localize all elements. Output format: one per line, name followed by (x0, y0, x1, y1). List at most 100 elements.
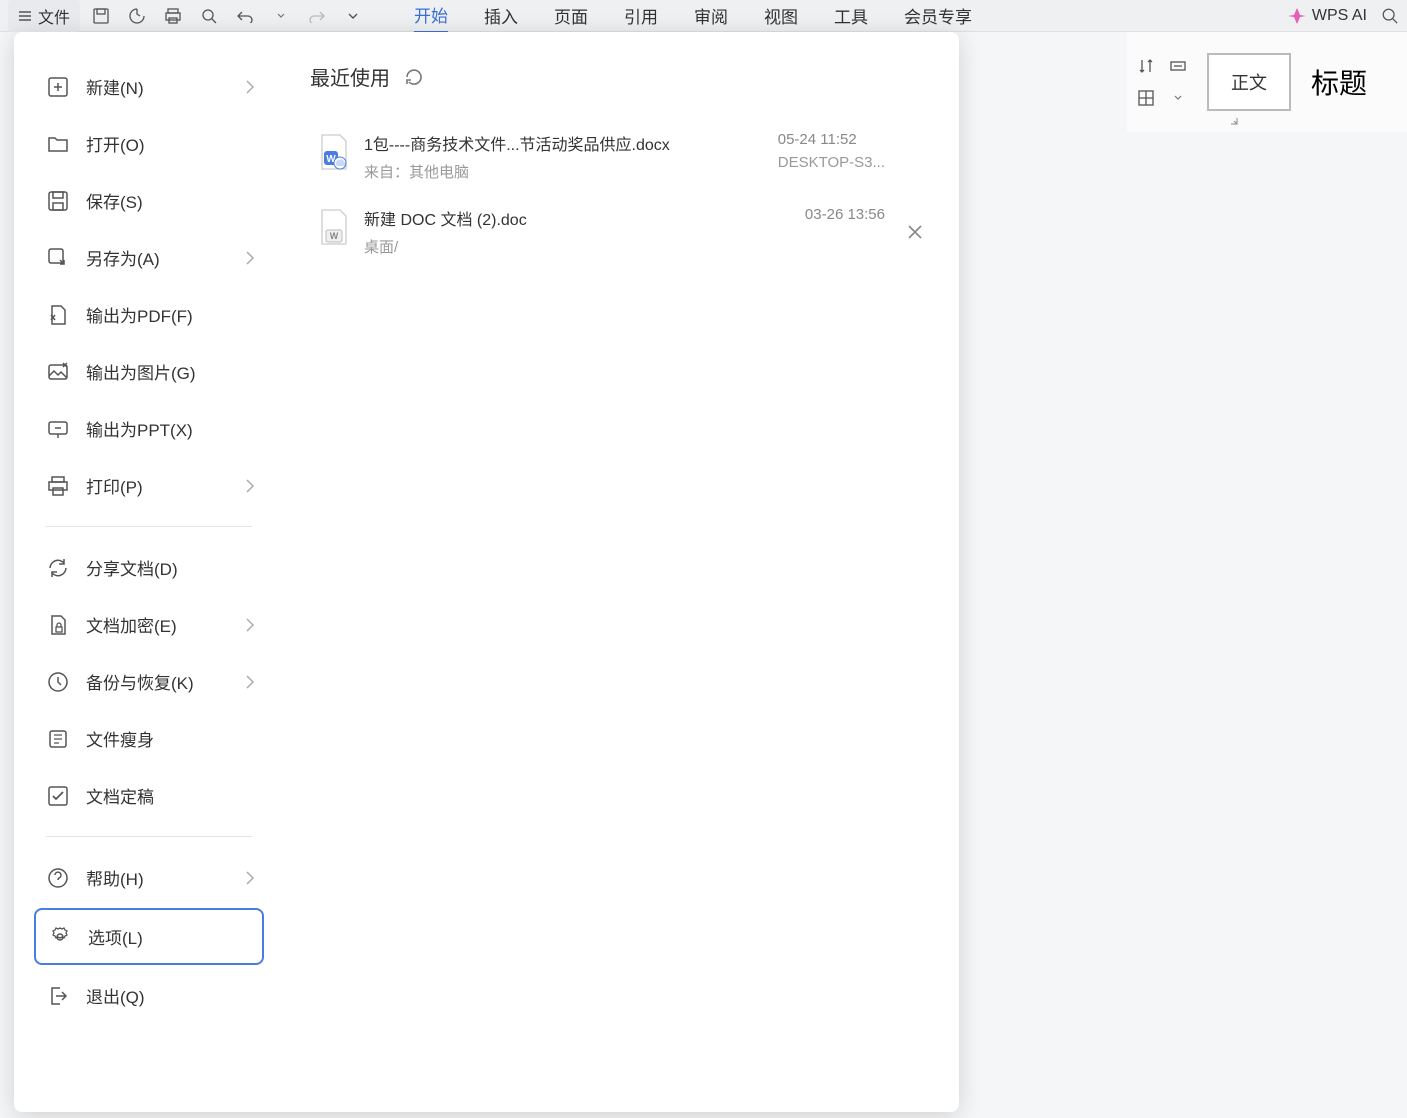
expand-corner-icon[interactable] (1229, 116, 1239, 126)
quick-access-toolbar (92, 7, 362, 25)
recent-file-location: DESKTOP-S3... (778, 154, 885, 171)
undo-dropdown-icon[interactable] (272, 7, 290, 25)
redo-icon[interactable] (308, 7, 326, 25)
tab-page[interactable]: 页面 (554, 0, 588, 32)
backup-icon (46, 670, 70, 694)
print-icon[interactable] (164, 7, 182, 25)
divider (46, 526, 252, 527)
sidebar-item-ppt[interactable]: 输出为PPT(X) (34, 402, 264, 455)
recent-file-time: 05-24 11:52 (778, 131, 857, 148)
sidebar-item-share[interactable]: 分享文档(D) (34, 541, 264, 594)
new-icon (46, 75, 70, 99)
sidebar-item-label: 分享文档(D) (86, 555, 178, 580)
sidebar-item-label: 文档加密(E) (86, 612, 177, 637)
top-toolbar: 文件 开始 插入 页面 引用 审阅 视图 工具 会员专享 WPS AI (0, 0, 1407, 32)
tab-view[interactable]: 视图 (764, 0, 798, 32)
exit-icon (46, 984, 70, 1008)
sidebar-item-save[interactable]: 保存(S) (34, 174, 264, 227)
sidebar-item-label: 打印(P) (86, 473, 143, 498)
wps-ai-icon (1288, 7, 1306, 25)
style-body-label: 正文 (1231, 73, 1267, 93)
sidebar-item-label: 输出为PPT(X) (86, 416, 193, 441)
sidebar-item-label: 退出(Q) (86, 983, 145, 1008)
sidebar-item-backup[interactable]: 备份与恢复(K) (34, 655, 264, 708)
sidebar-item-label: 保存(S) (86, 188, 143, 213)
ribbon-styles-section: 正文 标题 (1127, 32, 1407, 132)
sidebar-item-pdf[interactable]: 输出为PDF(F) (34, 288, 264, 341)
tab-review[interactable]: 审阅 (694, 0, 728, 32)
fit-icon[interactable] (1169, 57, 1187, 75)
sidebar-item-label: 输出为图片(G) (86, 359, 196, 384)
file-menu-label: 文件 (38, 4, 70, 28)
sort-icon[interactable] (1137, 57, 1155, 75)
slim-icon (46, 727, 70, 751)
sidebar-item-help[interactable]: 帮助(H) (34, 851, 264, 904)
sidebar-item-label: 选项(L) (88, 924, 143, 949)
sidebar-item-exit[interactable]: 退出(Q) (34, 969, 264, 1022)
check-icon (46, 784, 70, 808)
image-icon (46, 360, 70, 384)
help-icon (46, 866, 70, 890)
file-menu-panel: 新建(N) 打开(O) 保存(S) 另存为(A) 输出为PDF(F) 输出为图片… (14, 32, 959, 1112)
grid-icon[interactable] (1137, 89, 1155, 107)
chevron-right-icon (246, 618, 254, 632)
chevron-right-icon (246, 479, 254, 493)
file-menu-button[interactable]: 文件 (8, 0, 80, 32)
ribbon-tabs: 开始 插入 页面 引用 审阅 视图 工具 会员专享 (414, 0, 972, 34)
wps-ai-button[interactable]: WPS AI (1288, 7, 1367, 25)
sidebar-item-open[interactable]: 打开(O) (34, 117, 264, 170)
doc-icon: W (318, 208, 350, 246)
sidebar-item-slim[interactable]: 文件瘦身 (34, 712, 264, 765)
lock-icon (46, 613, 70, 637)
undo-icon[interactable] (236, 7, 254, 25)
sidebar-item-encrypt[interactable]: 文档加密(E) (34, 598, 264, 651)
sidebar-item-options[interactable]: 选项(L) (34, 908, 264, 965)
recent-file-meta: 来自：其他电脑 (364, 161, 764, 182)
tab-insert[interactable]: 插入 (484, 0, 518, 32)
recent-file-item[interactable]: W 1包----商务技术文件...节活动奖品供应.docx 来自：其他电脑 05… (310, 119, 933, 194)
sidebar-item-finalize[interactable]: 文档定稿 (34, 769, 264, 822)
style-title-label[interactable]: 标题 (1311, 62, 1367, 102)
style-body-box[interactable]: 正文 (1207, 53, 1291, 111)
sidebar-item-label: 新建(N) (86, 74, 144, 99)
tab-member[interactable]: 会员专享 (904, 0, 972, 32)
preview-icon[interactable] (200, 7, 218, 25)
recent-file-item[interactable]: W 新建 DOC 文档 (2).doc 桌面/ 03-26 13:56 (310, 194, 933, 269)
refresh-icon[interactable] (404, 67, 424, 87)
sidebar-item-label: 帮助(H) (86, 865, 144, 890)
divider (46, 836, 252, 837)
recent-file-time: 03-26 13:56 (805, 206, 885, 223)
tab-tools[interactable]: 工具 (834, 0, 868, 32)
sidebar-item-print[interactable]: 打印(P) (34, 459, 264, 512)
chevron-right-icon (246, 251, 254, 265)
recent-title: 最近使用 (310, 62, 390, 91)
docx-cloud-icon: W (318, 133, 350, 171)
recent-file-meta: 桌面/ (364, 236, 791, 257)
tab-reference[interactable]: 引用 (624, 0, 658, 32)
recent-file-name: 1包----商务技术文件...节活动奖品供应.docx (364, 131, 764, 155)
autosave-icon[interactable] (128, 7, 146, 25)
hamburger-icon (18, 9, 32, 23)
tab-start[interactable]: 开始 (414, 0, 448, 34)
share-icon (46, 556, 70, 580)
grid-dropdown-icon[interactable] (1169, 89, 1187, 107)
sidebar-item-label: 输出为PDF(F) (86, 302, 193, 327)
toolbar-right: WPS AI (1288, 7, 1399, 25)
chevron-right-icon (246, 80, 254, 94)
pdf-icon (46, 303, 70, 327)
sidebar-item-saveas[interactable]: 另存为(A) (34, 231, 264, 284)
save-icon (46, 189, 70, 213)
more-dropdown-icon[interactable] (344, 7, 362, 25)
save-icon[interactable] (92, 7, 110, 25)
ppt-icon (46, 417, 70, 441)
chevron-right-icon (246, 871, 254, 885)
sidebar-item-image[interactable]: 输出为图片(G) (34, 345, 264, 398)
sidebar-item-new[interactable]: 新建(N) (34, 60, 264, 113)
open-icon (46, 132, 70, 156)
recent-file-name: 新建 DOC 文档 (2).doc (364, 206, 791, 230)
search-icon[interactable] (1381, 7, 1399, 25)
file-menu-sidebar: 新建(N) 打开(O) 保存(S) 另存为(A) 输出为PDF(F) 输出为图片… (14, 32, 284, 1112)
sidebar-item-label: 文件瘦身 (86, 726, 154, 751)
close-icon[interactable] (907, 224, 923, 240)
saveas-icon (46, 246, 70, 270)
